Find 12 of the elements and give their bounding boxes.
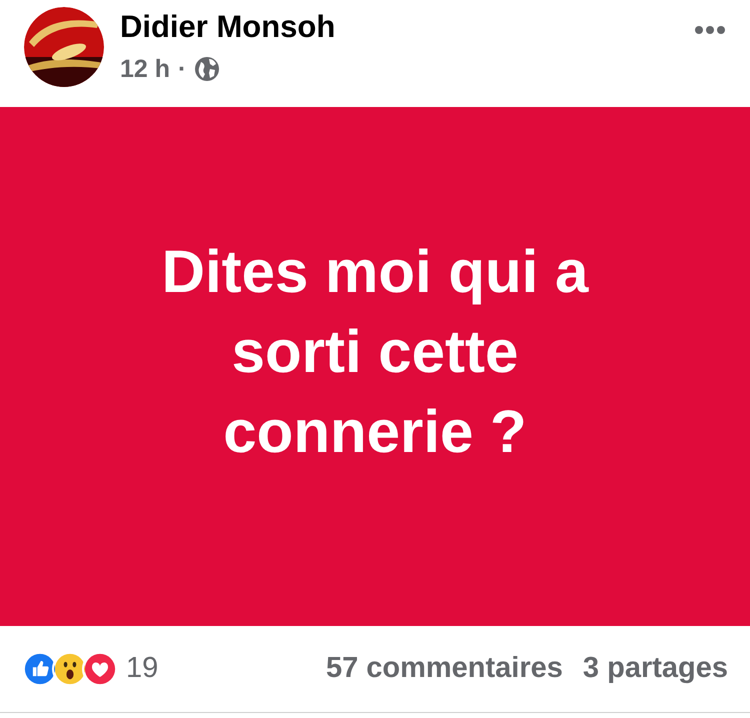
author-name[interactable]: Didier Monsoh — [120, 7, 336, 47]
shares-count[interactable]: 3 partages — [582, 647, 728, 691]
globe-icon — [194, 56, 220, 82]
post-time: 12 h — [120, 54, 170, 85]
like-icon — [22, 651, 58, 687]
reaction-count[interactable]: 19 — [126, 647, 158, 691]
separator-dot: · — [178, 54, 186, 85]
wow-emoji-icon — [52, 651, 88, 687]
comments-count[interactable]: 57 commentaires — [326, 647, 563, 691]
heart-icon — [82, 651, 118, 687]
more-options-icon[interactable] — [694, 25, 726, 35]
post-message: Dites moi qui a sorti cette connerie ? — [160, 236, 590, 466]
